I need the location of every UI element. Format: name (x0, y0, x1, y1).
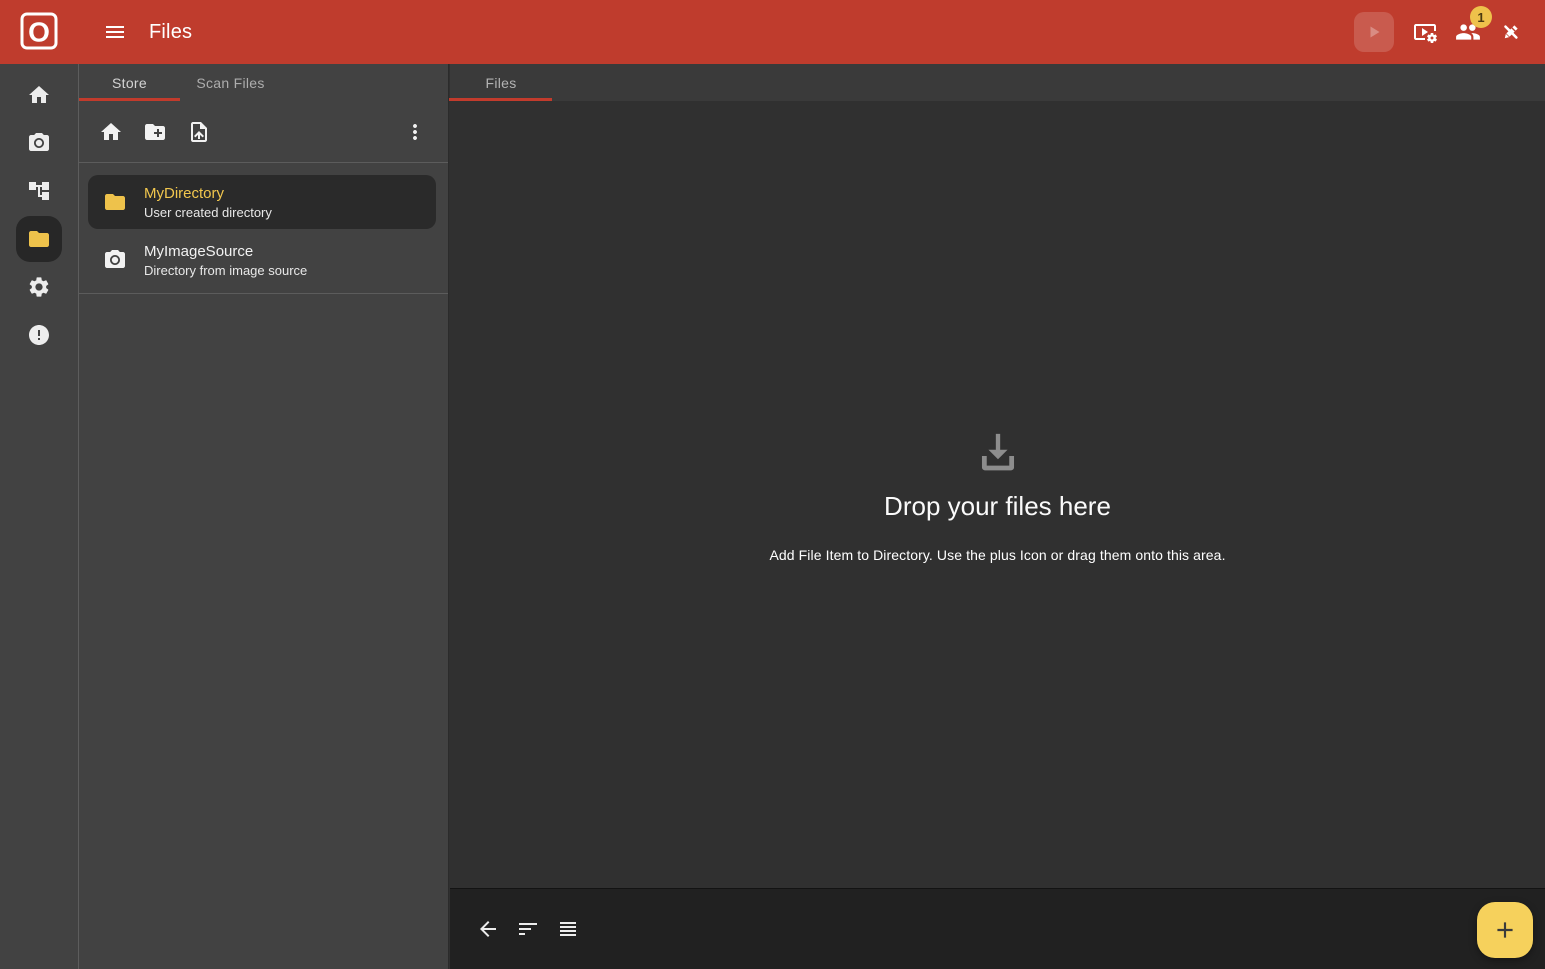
arrow-back-icon (476, 917, 500, 941)
settings-icon (27, 275, 51, 299)
sidebar-item-camera[interactable] (16, 120, 62, 166)
app-logo: O (0, 0, 78, 64)
home-directory-button[interactable] (91, 112, 131, 152)
tab-scan-files[interactable]: Scan Files (180, 64, 281, 101)
edit-off-button[interactable] (1491, 12, 1531, 52)
list-item-mydirectory[interactable]: MyDirectory User created directory (88, 175, 436, 229)
store-panel-tabs: Store Scan Files (79, 64, 448, 101)
topbar-actions: 1 (1354, 12, 1545, 52)
camera-icon (103, 248, 127, 272)
main-tabbar: Files (450, 64, 1545, 101)
download-icon (972, 427, 1024, 479)
upload-file-icon (187, 120, 211, 144)
dropzone-subtitle: Add File Item to Directory. Use the plus… (769, 547, 1225, 563)
video-settings-icon (1413, 20, 1437, 44)
dropzone-title: Drop your files here (884, 491, 1111, 522)
directory-list: MyDirectory User created directory MyIma… (79, 163, 448, 294)
folder-icon (103, 190, 127, 214)
logo-icon: O (17, 10, 61, 54)
file-drop-zone[interactable]: Drop your files here Add File Item to Di… (450, 101, 1545, 888)
play-button[interactable] (1354, 12, 1394, 52)
home-icon (27, 83, 51, 107)
bottom-toolbar (450, 888, 1545, 969)
sidebar-item-files[interactable] (16, 216, 62, 262)
add-file-button[interactable] (1477, 902, 1533, 958)
more-vert-icon (403, 120, 427, 144)
folder-icon (27, 227, 51, 251)
sort-icon (516, 917, 540, 941)
error-icon (27, 323, 51, 347)
list-item-subtitle: User created directory (144, 205, 272, 220)
sidebar-item-home[interactable] (16, 72, 62, 118)
hamburger-icon (103, 20, 127, 44)
page-title: Files (149, 21, 192, 44)
play-icon (1362, 20, 1386, 44)
home-icon (99, 120, 123, 144)
list-item-subtitle: Directory from image source (144, 263, 307, 278)
camera-icon (27, 131, 51, 155)
menu-button[interactable] (95, 12, 135, 52)
upload-file-button[interactable] (179, 112, 219, 152)
store-toolbar (79, 101, 448, 163)
new-folder-button[interactable] (135, 112, 175, 152)
list-view-button[interactable] (548, 909, 588, 949)
list-item-title: MyDirectory (144, 185, 272, 202)
view-headline-icon (556, 917, 580, 941)
list-item-text: MyImageSource Directory from image sourc… (144, 243, 307, 278)
list-item-myimagesource[interactable]: MyImageSource Directory from image sourc… (88, 233, 436, 287)
notification-badge: 1 (1470, 6, 1492, 28)
sort-button[interactable] (508, 909, 548, 949)
app-bar: O Files 1 (0, 0, 1545, 64)
list-divider (79, 293, 448, 294)
account-tree-icon (27, 179, 51, 203)
people-button-wrap: 1 (1448, 12, 1488, 52)
tab-files[interactable]: Files (450, 64, 552, 101)
list-item-text: MyDirectory User created directory (144, 185, 272, 220)
main-area: Files Drop your files here Add File Item… (450, 64, 1545, 969)
tab-store[interactable]: Store (79, 64, 180, 101)
store-panel: Store Scan Files (79, 64, 449, 969)
list-item-title: MyImageSource (144, 243, 307, 260)
sidebar-item-settings[interactable] (16, 264, 62, 310)
sidebar-item-alerts[interactable] (16, 312, 62, 358)
sidebar-rail (0, 64, 79, 969)
logo-letter: O (28, 17, 50, 48)
create-new-folder-icon (143, 120, 167, 144)
sidebar-item-workflow[interactable] (16, 168, 62, 214)
edit-off-icon (1499, 20, 1523, 44)
plus-icon (1492, 917, 1518, 943)
back-button[interactable] (468, 909, 508, 949)
video-settings-button[interactable] (1405, 12, 1445, 52)
more-menu-button[interactable] (395, 112, 435, 152)
